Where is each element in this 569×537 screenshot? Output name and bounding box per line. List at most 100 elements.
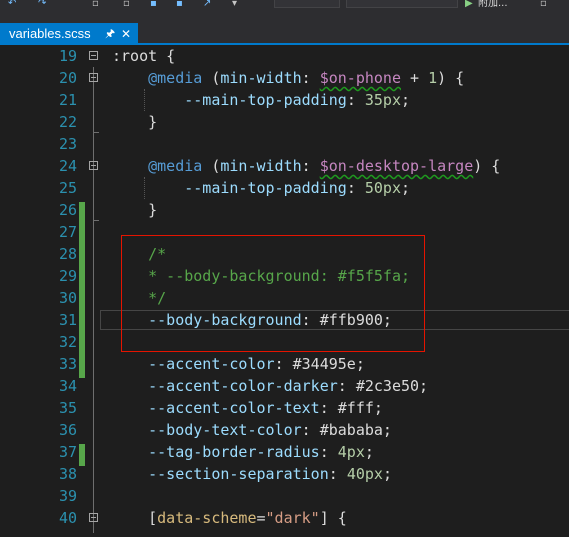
tab-bar: variables.scss 🖈 ✕: [0, 20, 569, 45]
code-token: :root {: [112, 47, 176, 65]
code-token: ;: [382, 465, 392, 483]
line-number: 19: [58, 47, 77, 65]
collapse-icon[interactable]: [89, 73, 98, 82]
code-text: --accent-color-darker: #2c3e50;: [112, 375, 428, 397]
save-all-icon[interactable]: ▪: [176, 0, 183, 9]
code-line[interactable]: 34 --accent-color-darker: #2c3e50;: [0, 375, 569, 397]
code-token: ;: [401, 179, 411, 197]
line-number: 29: [58, 267, 77, 285]
code-token: ;: [401, 91, 411, 109]
line-number: 21: [58, 91, 77, 109]
collapse-icon[interactable]: [89, 161, 98, 170]
code-token: ] {: [319, 509, 347, 527]
line-number: 27: [58, 223, 77, 241]
platform-dropdown[interactable]: [346, 0, 458, 8]
line-number: 32: [58, 333, 77, 351]
code-line[interactable]: 37 --tag-border-radius: 4px;: [0, 441, 569, 463]
code-line[interactable]: 32: [0, 331, 569, 353]
code-text: */: [112, 287, 166, 309]
attach-icon[interactable]: ▫: [540, 0, 547, 9]
code-line[interactable]: 36 --body-text-color: #bababa;: [0, 419, 569, 441]
code-token: --main-top-padding: [184, 91, 347, 109]
close-icon[interactable]: ✕: [121, 23, 131, 45]
code-text: --accent-color: #34495e;: [112, 353, 365, 375]
code-token: min-width: [220, 69, 302, 87]
code-line[interactable]: 27: [0, 221, 569, 243]
line-number: 33: [58, 355, 77, 373]
run-icon[interactable]: ▶: [465, 0, 473, 9]
tab-variables-scss[interactable]: variables.scss 🖈 ✕: [0, 23, 138, 45]
line-number: 22: [58, 113, 77, 131]
navigate-icon[interactable]: ↗: [203, 0, 211, 9]
code-line[interactable]: 20 @media (min-width: $on-phone + 1) {: [0, 67, 569, 89]
collapse-icon[interactable]: [89, 51, 98, 60]
code-line[interactable]: 21 --main-top-padding: 35px;: [0, 89, 569, 111]
code-line[interactable]: 22 }: [0, 111, 569, 133]
code-line[interactable]: 33 --accent-color: #34495e;: [0, 353, 569, 375]
code-text: * --body-background: #f5f5fa;: [112, 265, 410, 287]
code-token: ) {: [437, 69, 465, 87]
code-token: :: [301, 69, 320, 87]
code-line[interactable]: 35 --accent-color-text: #fff;: [0, 397, 569, 419]
line-number: 35: [58, 399, 77, 417]
code-token: * --body-background: #f5f5fa;: [112, 267, 411, 285]
code-text: --body-background: #ffb900;: [112, 309, 392, 331]
code-token: --section-separation: [148, 465, 329, 483]
code-line[interactable]: 31 --body-background: #ffb900;: [0, 309, 569, 331]
line-number: 30: [58, 289, 77, 307]
code-line[interactable]: 29 * --body-background: #f5f5fa;: [0, 265, 569, 287]
code-token: : #fff;: [319, 399, 383, 417]
redo-icon[interactable]: ↷: [38, 0, 46, 9]
dropdown-arrow-icon[interactable]: ▾: [232, 0, 237, 9]
code-token: : #2c3e50;: [337, 377, 429, 395]
toolbar: ↶ ↷ ▫ ▫ ▪ ▪ ↗ ▾ ▶ 附加... ▫: [0, 0, 569, 20]
line-number: 28: [58, 245, 77, 263]
code-token: --tag-border-radius: [148, 443, 320, 461]
code-token: $on-phone: [319, 69, 401, 87]
code-line[interactable]: 24 @media (min-width: $on-desktop-large)…: [0, 155, 569, 177]
collapse-icon[interactable]: [89, 513, 98, 522]
code-line[interactable]: 39: [0, 485, 569, 507]
code-line[interactable]: 23: [0, 133, 569, 155]
save-icon[interactable]: ▪: [150, 0, 157, 9]
code-line[interactable]: 28 /*: [0, 243, 569, 265]
config-dropdown[interactable]: [274, 0, 340, 8]
code-text: --section-separation: 40px;: [112, 463, 392, 485]
line-number: 39: [58, 487, 77, 505]
line-number: 24: [58, 157, 77, 175]
code-token: :: [301, 157, 320, 175]
code-line[interactable]: 38 --section-separation: 40px;: [0, 463, 569, 485]
open-icon[interactable]: ▫: [123, 0, 130, 9]
code-token: (: [202, 157, 221, 175]
code-line[interactable]: 40 [data-scheme="dark"] {: [0, 507, 569, 529]
code-token: "dark": [265, 509, 320, 527]
pin-icon[interactable]: 🖈: [105, 23, 115, 45]
code-editor[interactable]: 19 :root { 20 @media (min-width: $on-phone…: [0, 45, 569, 537]
new-file-icon[interactable]: ▫: [92, 0, 99, 9]
code-token: min-width: [220, 157, 302, 175]
code-token: 40px: [346, 465, 383, 483]
code-token: */: [112, 289, 167, 307]
undo-icon[interactable]: ↶: [8, 0, 16, 9]
tab-label: variables.scss: [9, 26, 91, 41]
code-text: @media (min-width: $on-desktop-large) {: [112, 155, 500, 177]
code-line[interactable]: 25 --main-top-padding: 50px;: [0, 177, 569, 199]
code-token: --main-top-padding: [184, 179, 347, 197]
code-line[interactable]: 30 */: [0, 287, 569, 309]
code-token: ;: [364, 443, 374, 461]
code-line[interactable]: 19 :root {: [0, 45, 569, 67]
line-number: 36: [58, 421, 77, 439]
line-number: 25: [58, 179, 77, 197]
code-token: :: [346, 179, 365, 197]
run-label[interactable]: 附加...: [478, 0, 508, 9]
code-token: }: [112, 201, 158, 219]
code-line[interactable]: 26 }: [0, 199, 569, 221]
